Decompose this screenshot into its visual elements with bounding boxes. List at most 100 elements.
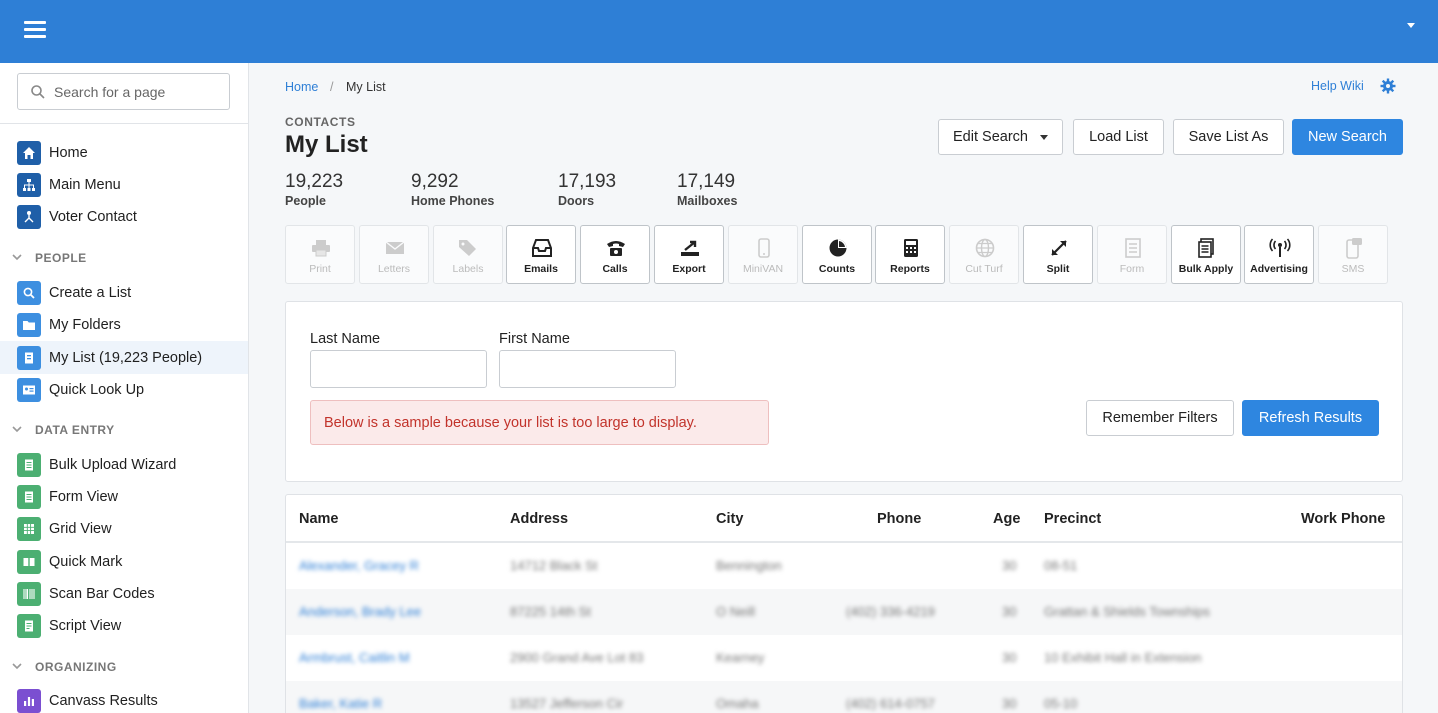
tool-split[interactable]: Split <box>1023 225 1093 284</box>
sample-warning-alert: Below is a sample because your list is t… <box>310 400 769 445</box>
table-row[interactable]: Armbrust, Caitlin M 2900 Grand Ave Lot 8… <box>286 635 1402 681</box>
sidebar-item-canvass-results[interactable]: Canvass Results <box>0 685 248 713</box>
cell-precinct: 10 Exhibit Hall in Extension <box>1044 650 1202 665</box>
gear-icon[interactable] <box>1380 78 1396 94</box>
column-header-city[interactable]: City <box>716 511 743 527</box>
tool-label: Reports <box>890 263 930 275</box>
new-search-button[interactable]: New Search <box>1292 119 1403 155</box>
sidebar-item-main-menu[interactable]: Main Menu <box>0 169 248 201</box>
export-icon <box>678 236 702 260</box>
cell-name-link[interactable]: Baker, Katie R <box>299 696 382 711</box>
cell-name-link[interactable]: Anderson, Brady Lee <box>299 604 421 619</box>
tool-sms: SMS <box>1318 225 1388 284</box>
globe-icon <box>973 236 997 260</box>
sidebar-item-scan-bar-codes[interactable]: Scan Bar Codes <box>0 578 248 610</box>
sidebar-item-voter-contact[interactable]: Voter Contact <box>0 201 248 233</box>
tool-export[interactable]: Export <box>654 225 724 284</box>
caret-down-icon <box>1039 134 1048 140</box>
column-header-age[interactable]: Age <box>993 511 1020 527</box>
tool-label: Split <box>1046 263 1070 275</box>
user-menu-caret-icon[interactable] <box>1407 23 1415 28</box>
envelope-icon <box>383 236 407 260</box>
stat-label: Home Phones <box>411 194 495 208</box>
sidebar-item-label: Main Menu <box>49 177 121 193</box>
column-header-address[interactable]: Address <box>510 511 568 527</box>
table-row[interactable]: Alexander, Gracey R 14712 Black St Benni… <box>286 543 1402 589</box>
script-icon <box>17 614 41 638</box>
sidebar-section-organizing[interactable]: ORGANIZING <box>0 655 248 679</box>
tool-label: SMS <box>1341 263 1365 275</box>
breadcrumb-separator: / <box>330 80 334 94</box>
sidebar-search[interactable] <box>17 73 230 110</box>
form-icon <box>17 485 41 509</box>
sidebar-section-label: ORGANIZING <box>35 660 117 674</box>
sidebar: Home Main Menu Voter Contact PEOPLE Crea… <box>0 63 249 713</box>
tool-bulk-apply[interactable]: Bulk Apply <box>1171 225 1241 284</box>
tool-cut-turf: Cut Turf <box>949 225 1019 284</box>
tool-advertising[interactable]: Advertising <box>1244 225 1314 284</box>
sidebar-item-form-view[interactable]: Form View <box>0 481 248 513</box>
sidebar-item-label: Canvass Results <box>49 693 158 709</box>
hamburger-menu-icon[interactable] <box>24 21 46 39</box>
first-name-input[interactable] <box>499 350 676 388</box>
top-bar <box>0 0 1438 63</box>
sidebar-item-home[interactable]: Home <box>0 137 248 169</box>
column-header-phone[interactable]: Phone <box>877 511 921 527</box>
search-icon <box>31 85 45 99</box>
save-list-as-button[interactable]: Save List As <box>1173 119 1284 155</box>
sidebar-section-data-entry[interactable]: DATA ENTRY <box>0 418 248 442</box>
sidebar-item-quick-mark[interactable]: Quick Mark <box>0 546 248 578</box>
id-card-icon <box>17 378 41 402</box>
breadcrumb-home-link[interactable]: Home <box>285 80 318 94</box>
list-icon <box>17 345 41 370</box>
sidebar-item-bulk-upload-wizard[interactable]: Bulk Upload Wizard <box>0 449 248 481</box>
sidebar-item-label: Create a List <box>49 285 132 301</box>
tool-label: Export <box>672 263 706 275</box>
cell-age: 30 <box>1002 604 1017 619</box>
book-icon <box>17 550 41 574</box>
stack-icon <box>1195 236 1219 260</box>
column-header-name[interactable]: Name <box>299 511 339 527</box>
sidebar-item-quick-look-up[interactable]: Quick Look Up <box>0 374 248 406</box>
tool-label: Counts <box>818 263 856 275</box>
folder-icon <box>17 313 41 337</box>
tool-label: Emails <box>524 263 558 275</box>
tool-reports[interactable]: Reports <box>875 225 945 284</box>
column-header-work-phone[interactable]: Work Phone <box>1301 511 1385 527</box>
remember-filters-button[interactable]: Remember Filters <box>1086 400 1234 436</box>
table-row[interactable]: Anderson, Brady Lee 87225 14th St O Neil… <box>286 589 1402 635</box>
sidebar-item-label: Quick Mark <box>49 554 123 570</box>
stat-value: 17,193 <box>558 171 617 192</box>
cell-city: O Neill <box>716 604 756 619</box>
cell-address: 87225 14th St <box>510 604 591 619</box>
sidebar-section-people[interactable]: PEOPLE <box>0 246 248 270</box>
refresh-results-button[interactable]: Refresh Results <box>1242 400 1379 436</box>
tool-calls[interactable]: Calls <box>580 225 650 284</box>
load-list-button[interactable]: Load List <box>1073 119 1164 155</box>
tool-label: Letters <box>377 263 411 275</box>
stat-mailboxes: 17,149 Mailboxes <box>677 171 737 208</box>
sidebar-item-script-view[interactable]: Script View <box>0 610 248 642</box>
last-name-input[interactable] <box>310 350 487 388</box>
chevron-down-icon <box>12 254 22 261</box>
grid-icon <box>17 517 41 541</box>
cell-name-link[interactable]: Alexander, Gracey R <box>299 558 419 573</box>
help-wiki-link[interactable]: Help Wiki <box>1311 79 1364 93</box>
cell-name-link[interactable]: Armbrust, Caitlin M <box>299 650 410 665</box>
sidebar-section-label: PEOPLE <box>35 251 87 265</box>
cell-address: 14712 Black St <box>510 558 598 573</box>
sidebar-item-label: Form View <box>49 489 119 505</box>
table-row[interactable]: Baker, Katie R 13527 Jefferson Cir Omaha… <box>286 681 1402 713</box>
first-name-label: First Name <box>499 331 570 347</box>
telephone-icon <box>604 236 628 260</box>
sidebar-item-my-folders[interactable]: My Folders <box>0 309 248 341</box>
sidebar-item-create-a-list[interactable]: Create a List <box>0 277 248 309</box>
edit-search-button[interactable]: Edit Search <box>938 119 1063 155</box>
tool-emails[interactable]: Emails <box>506 225 576 284</box>
sidebar-item-grid-view[interactable]: Grid View <box>0 513 248 545</box>
sidebar-item-my-list[interactable]: My List (19,223 People) <box>0 341 248 374</box>
column-header-precinct[interactable]: Precinct <box>1044 511 1101 527</box>
sidebar-search-input[interactable] <box>54 74 224 109</box>
sidebar-item-label: Grid View <box>49 521 112 537</box>
tool-counts[interactable]: Counts <box>802 225 872 284</box>
